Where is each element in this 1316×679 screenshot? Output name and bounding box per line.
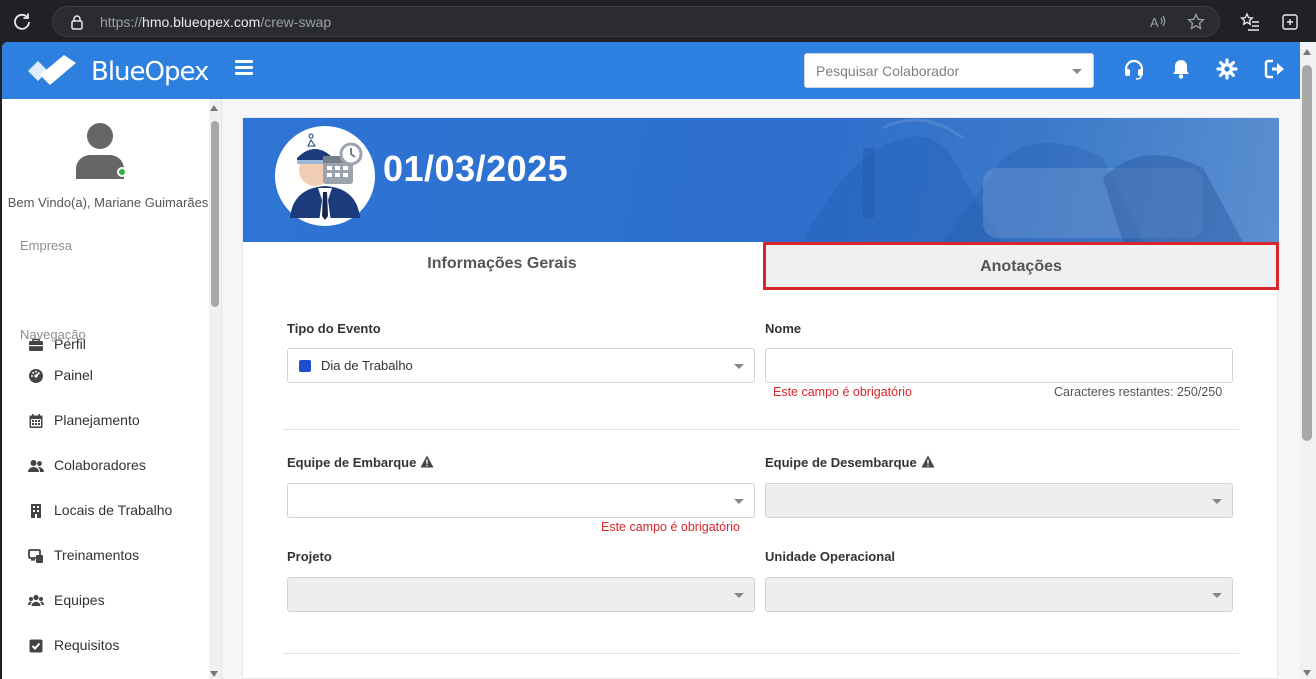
main-content: 01/03/2025 Informações Gerais Anotações … xyxy=(222,99,1300,679)
sidebar-item-label: Treinamentos xyxy=(54,547,140,563)
disembark-team-label: Equipe de Desembarque xyxy=(765,455,935,470)
favorite-star-icon[interactable] xyxy=(1187,13,1205,31)
search-collaborator-select[interactable]: Pesquisar Colaborador xyxy=(804,53,1094,88)
sidebar-item-label: Painel xyxy=(54,367,93,383)
name-input[interactable] xyxy=(765,348,1233,383)
top-navbar: BlueOpex Pesquisar Colaborador xyxy=(2,42,1300,99)
operational-unit-select[interactable] xyxy=(765,577,1233,612)
warning-icon[interactable] xyxy=(420,455,434,468)
welcome-text: Bem Vindo(a), Mariane Guimarães xyxy=(7,195,209,210)
lock-icon[interactable] xyxy=(69,14,85,30)
sidebar-item-label: Planejamento xyxy=(54,412,140,428)
sidebar-item-label: Locais de Trabalho xyxy=(54,502,173,518)
event-card: 01/03/2025 Informações Gerais Anotações … xyxy=(242,117,1279,679)
page-scroll-down-arrow-icon[interactable] xyxy=(1303,670,1311,676)
scroll-down-arrow-icon[interactable] xyxy=(210,671,218,677)
warning-icon[interactable] xyxy=(921,455,935,468)
boarding-team-label-text: Equipe de Embarque xyxy=(287,455,417,470)
sidebar-scrollbar-thumb[interactable] xyxy=(211,121,219,307)
url-host: hmo.blueopex.com xyxy=(142,14,261,30)
sidebar-item-treinamentos[interactable]: Treinamentos xyxy=(24,544,209,568)
project-label: Projeto xyxy=(287,549,332,564)
event-type-value: Dia de Trabalho xyxy=(321,358,413,373)
sidebar-item-painel[interactable]: Painel xyxy=(24,364,209,388)
brand-name: BlueOpex xyxy=(91,57,209,87)
logo-icon xyxy=(28,55,76,85)
event-avatar xyxy=(275,126,375,226)
boarding-team-error-text: Este campo é obrigatório xyxy=(601,520,740,534)
event-type-select[interactable]: Dia de Trabalho xyxy=(287,348,755,383)
sidebar-item-label: Colaboradores xyxy=(54,457,146,473)
sidebar-item-planejamento[interactable]: Planejamento xyxy=(24,409,209,433)
name-char-counter: Caracteres restantes: 250/250 xyxy=(1054,385,1223,399)
read-aloud-icon[interactable]: A xyxy=(1149,13,1167,31)
reload-icon[interactable] xyxy=(12,11,32,31)
menu-toggle-icon[interactable] xyxy=(235,60,253,76)
section-divider xyxy=(283,653,1239,654)
dashboard-icon xyxy=(29,369,43,383)
users-icon xyxy=(28,460,44,472)
sidebar-item-label: Equipes xyxy=(54,592,105,608)
scroll-up-arrow-icon[interactable] xyxy=(210,105,218,111)
address-bar[interactable]: https://hmo.blueopex.com/crew-swap A xyxy=(52,6,1220,37)
sidebar-section-company: Empresa xyxy=(20,238,73,253)
crew-swap-icon xyxy=(277,128,373,226)
page-scrollbar-thumb[interactable] xyxy=(1302,65,1312,441)
chevron-down-icon xyxy=(734,499,744,504)
section-divider xyxy=(283,429,1239,430)
page-scroll-up-arrow-icon[interactable] xyxy=(1303,49,1311,55)
url-path: /crew-swap xyxy=(260,14,332,30)
sidebar: Bem Vindo(a), Mariane Guimarães Empresa … xyxy=(2,99,222,679)
name-error-text: Este campo é obrigatório xyxy=(773,385,912,399)
sidebar-item-label: Requisitos xyxy=(54,637,120,653)
checkbox-icon xyxy=(29,639,43,653)
search-placeholder: Pesquisar Colaborador xyxy=(816,63,960,79)
chevron-down-icon xyxy=(734,593,744,598)
browser-menu-icon[interactable] xyxy=(1282,13,1302,31)
url-text[interactable]: https://hmo.blueopex.com/crew-swap xyxy=(100,14,331,30)
favorites-list-icon[interactable] xyxy=(1240,12,1260,32)
logout-icon[interactable] xyxy=(1264,58,1286,80)
browser-toolbar: https://hmo.blueopex.com/crew-swap A xyxy=(0,0,1316,42)
event-header-banner: 01/03/2025 xyxy=(243,118,1279,242)
team-icon xyxy=(28,594,44,606)
sidebar-item-locais-de-trabalho[interactable]: Locais de Trabalho xyxy=(24,499,209,523)
building-icon xyxy=(31,504,41,518)
sidebar-item-requisitos[interactable]: Requisitos xyxy=(24,634,209,658)
calendar-icon xyxy=(29,414,43,428)
sidebar-item-equipes[interactable]: Equipes xyxy=(24,589,209,613)
svg-text:A: A xyxy=(1150,15,1159,30)
tab-informacoes-gerais[interactable]: Informações Gerais xyxy=(243,242,761,290)
name-label: Nome xyxy=(765,321,802,336)
online-status-dot xyxy=(117,167,127,177)
chevron-down-icon xyxy=(1212,499,1222,504)
boarding-team-select[interactable] xyxy=(287,483,755,518)
project-select[interactable] xyxy=(287,577,755,612)
event-date: 01/03/2025 xyxy=(383,148,569,189)
sidebar-item-colaboradores[interactable]: Colaboradores xyxy=(24,454,209,478)
chevron-down-icon xyxy=(734,364,744,369)
app-window: BlueOpex Pesquisar Colaborador Bem Vindo… xyxy=(2,42,1300,679)
chevron-down-icon xyxy=(1212,593,1222,598)
tab-anotacoes[interactable]: Anotações xyxy=(763,242,1279,290)
gear-icon[interactable] xyxy=(1216,58,1238,80)
disembark-team-select[interactable] xyxy=(765,483,1233,518)
event-type-color-swatch xyxy=(299,360,311,372)
event-tabs: Informações Gerais Anotações xyxy=(243,242,1279,290)
sidebar-section-navigation: Navegação xyxy=(20,327,86,342)
training-icon xyxy=(28,549,43,563)
chevron-down-icon xyxy=(1072,69,1082,74)
boarding-team-label: Equipe de Embarque xyxy=(287,455,434,470)
operational-unit-label: Unidade Operacional xyxy=(765,549,896,564)
url-prefix: https:// xyxy=(100,14,143,30)
event-type-label: Tipo do Evento xyxy=(287,321,381,336)
disembark-team-label-text: Equipe de Desembarque xyxy=(765,455,917,470)
headset-support-icon[interactable] xyxy=(1123,58,1145,80)
brand-logo[interactable]: BlueOpex xyxy=(26,51,209,91)
bell-icon[interactable] xyxy=(1170,58,1192,80)
